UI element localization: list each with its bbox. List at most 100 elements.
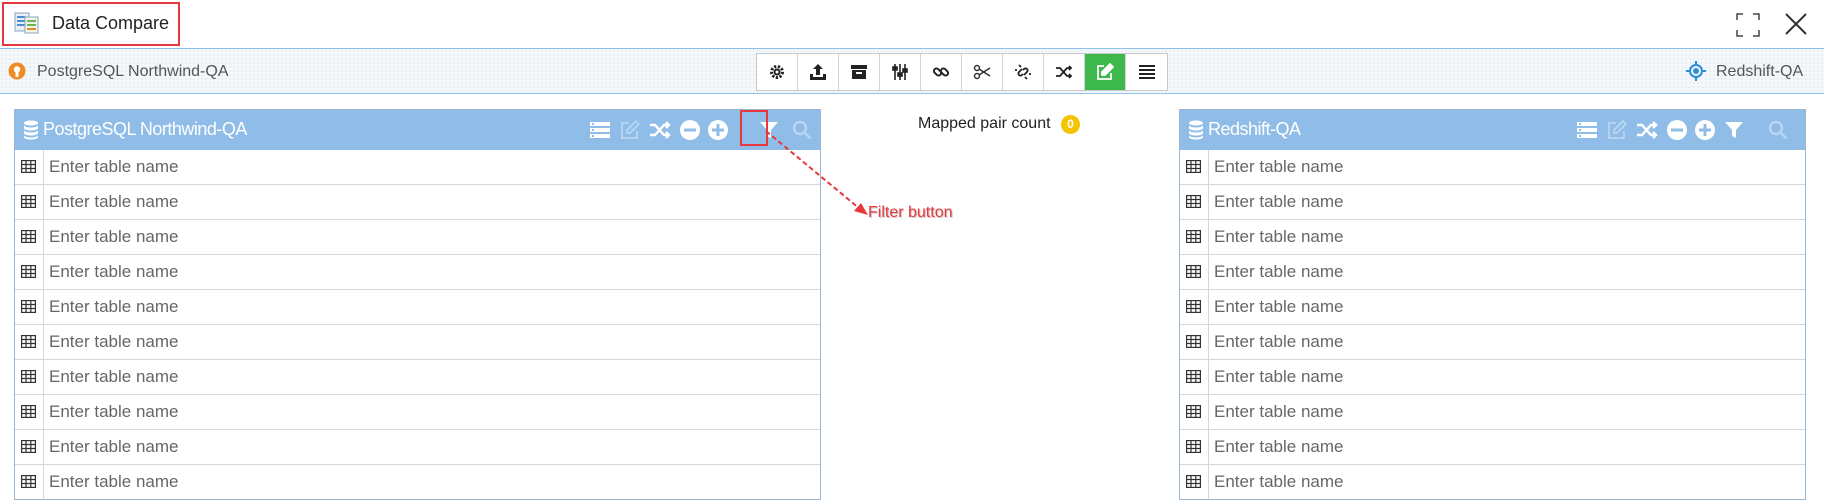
- list-icon: [1138, 65, 1155, 79]
- database-icon: [1189, 120, 1203, 140]
- row-separator: [1208, 290, 1209, 324]
- table-name-input[interactable]: [1214, 330, 1795, 354]
- link-icon: [932, 67, 950, 77]
- scissors-icon: [973, 64, 991, 80]
- target-table-panel: Redshift-QA: [1179, 109, 1806, 500]
- row-separator: [43, 465, 44, 499]
- link-button[interactable]: [921, 54, 962, 90]
- row-separator: [1208, 150, 1209, 184]
- table-name-input[interactable]: [49, 470, 810, 494]
- search-icon: [1768, 120, 1788, 140]
- table-row: [15, 395, 820, 430]
- table-icon: [21, 335, 36, 348]
- table-name-input[interactable]: [49, 435, 810, 459]
- table-icon: [1186, 370, 1201, 383]
- rows-icon[interactable]: [589, 119, 611, 141]
- table-row: [1180, 255, 1805, 290]
- minus-circle-icon[interactable]: [1666, 119, 1688, 141]
- table-name-input[interactable]: [49, 260, 810, 284]
- archive-icon: [851, 65, 867, 79]
- table-row: [1180, 395, 1805, 430]
- close-icon[interactable]: [1782, 10, 1810, 38]
- table-name-input[interactable]: [1214, 225, 1795, 249]
- table-icon: [1186, 160, 1201, 173]
- right-connection-label: Redshift-QA: [1716, 63, 1804, 80]
- plus-circle-icon[interactable]: [707, 119, 729, 141]
- unlink-button[interactable]: [1003, 54, 1044, 90]
- table-row: [15, 220, 820, 255]
- table-name-input[interactable]: [1214, 365, 1795, 389]
- table-icon: [21, 370, 36, 383]
- edit-icon: [621, 119, 641, 139]
- row-separator: [1208, 465, 1209, 499]
- row-separator: [1208, 185, 1209, 219]
- shuffle-button[interactable]: [1044, 54, 1085, 90]
- title-bar: [0, 0, 1824, 49]
- archive-button[interactable]: [839, 54, 880, 90]
- table-row: [1180, 465, 1805, 499]
- table-icon: [1186, 475, 1201, 488]
- shuffle-icon: [1056, 65, 1073, 79]
- table-icon: [1186, 265, 1201, 278]
- maximize-icon[interactable]: [1735, 12, 1761, 38]
- row-separator: [43, 395, 44, 429]
- cut-button[interactable]: [962, 54, 1003, 90]
- table-name-input[interactable]: [49, 400, 810, 424]
- table-icon: [1186, 195, 1201, 208]
- edit-icon: [1608, 119, 1628, 139]
- row-separator: [43, 220, 44, 254]
- table-name-input[interactable]: [1214, 295, 1795, 319]
- table-name-input[interactable]: [49, 155, 810, 179]
- source-table-panel: PostgreSQL Northwind-QA: [14, 109, 821, 500]
- table-row: [1180, 220, 1805, 255]
- table-name-input[interactable]: [1214, 435, 1795, 459]
- table-icon: [21, 475, 36, 488]
- table-name-input[interactable]: [49, 295, 810, 319]
- filter-icon[interactable]: [1723, 119, 1745, 141]
- shuffle-icon[interactable]: [649, 119, 671, 141]
- table-name-input[interactable]: [1214, 155, 1795, 179]
- mapped-pair-label: Mapped pair count: [918, 115, 1051, 132]
- row-separator: [1208, 360, 1209, 394]
- unlink-icon: [1015, 64, 1031, 80]
- table-icon: [21, 195, 36, 208]
- list-button[interactable]: [1126, 54, 1167, 90]
- table-row: [15, 360, 820, 395]
- mapped-pair-count-badge: 0: [1061, 115, 1080, 134]
- table-name-input[interactable]: [1214, 190, 1795, 214]
- table-row: [15, 290, 820, 325]
- target-panel-title: Redshift-QA: [1208, 119, 1301, 139]
- table-name-input[interactable]: [1214, 260, 1795, 284]
- row-separator: [1208, 325, 1209, 359]
- table-icon: [1186, 300, 1201, 313]
- database-icon: [24, 120, 38, 140]
- edit-button[interactable]: [1085, 54, 1126, 90]
- table-name-input[interactable]: [49, 330, 810, 354]
- upload-button[interactable]: [798, 54, 839, 90]
- table-name-input[interactable]: [49, 190, 810, 214]
- plus-circle-icon[interactable]: [1694, 119, 1716, 141]
- minus-circle-icon[interactable]: [679, 119, 701, 141]
- table-name-input[interactable]: [49, 365, 810, 389]
- table-icon: [21, 230, 36, 243]
- left-connection-label: PostgreSQL Northwind-QA: [37, 63, 229, 80]
- table-icon: [21, 440, 36, 453]
- shuffle-icon[interactable]: [1636, 119, 1658, 141]
- table-row: [15, 150, 820, 185]
- row-separator: [1208, 430, 1209, 464]
- row-separator: [1208, 395, 1209, 429]
- postgresql-icon: [8, 62, 26, 80]
- settings-button[interactable]: [757, 54, 798, 90]
- table-name-input[interactable]: [49, 225, 810, 249]
- row-separator: [43, 185, 44, 219]
- rows-icon[interactable]: [1576, 119, 1598, 141]
- table-name-input[interactable]: [1214, 400, 1795, 424]
- table-name-input[interactable]: [1214, 470, 1795, 494]
- annotation-arrow: [765, 130, 868, 215]
- source-panel-header: PostgreSQL Northwind-QA: [15, 110, 820, 150]
- table-row: [1180, 290, 1805, 325]
- table-row: [15, 185, 820, 220]
- sliders-button[interactable]: [880, 54, 921, 90]
- table-icon: [1186, 335, 1201, 348]
- table-row: [1180, 325, 1805, 360]
